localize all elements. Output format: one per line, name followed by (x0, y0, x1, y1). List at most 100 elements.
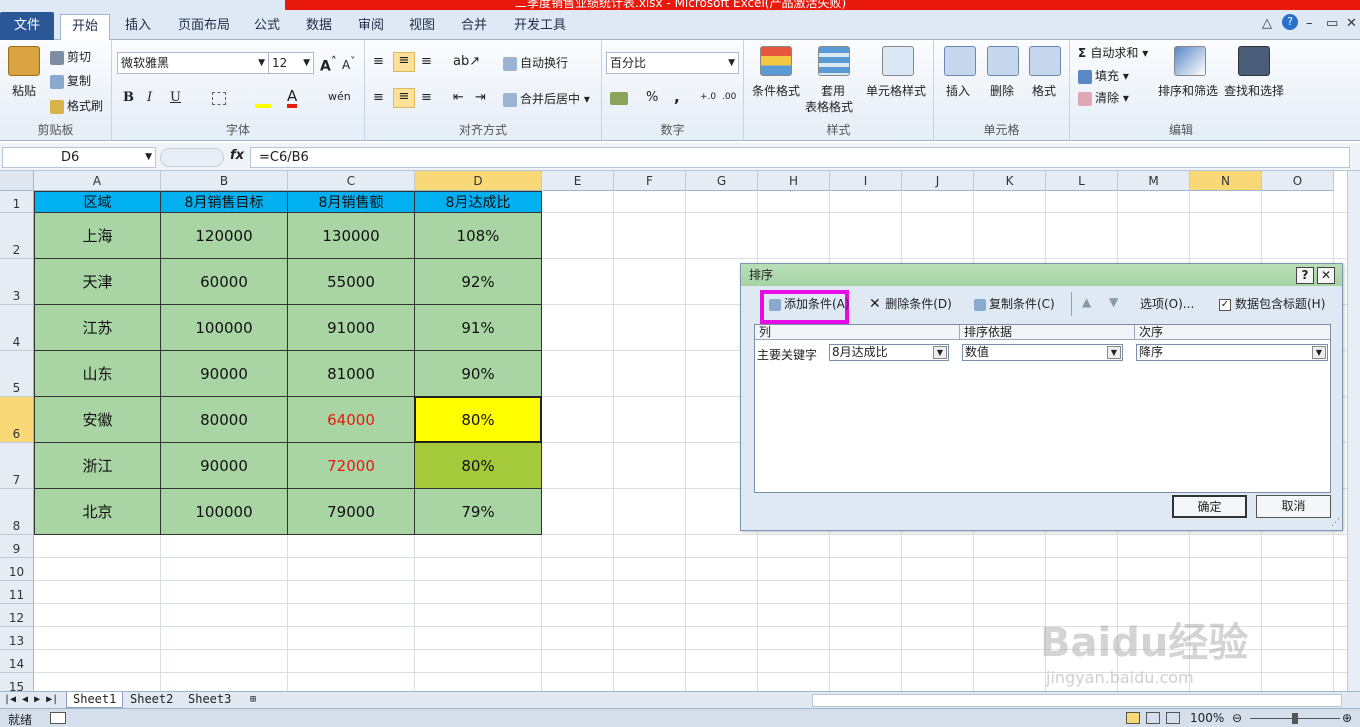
column-header-b[interactable]: B (161, 171, 288, 191)
sort-filter-icon[interactable] (1174, 46, 1206, 76)
align-middle-icon[interactable]: ≡ (393, 52, 415, 72)
move-up-icon[interactable]: ▲ (1082, 295, 1091, 309)
binoculars-icon[interactable] (1238, 46, 1270, 76)
format-as-table-button[interactable]: 套用 (821, 82, 845, 99)
minimize-icon[interactable]: – (1306, 16, 1313, 31)
cancel-button[interactable]: 取消 (1256, 495, 1331, 518)
formula-bar-expand-handle[interactable] (160, 148, 224, 167)
column-header-m[interactable]: M (1118, 171, 1190, 191)
bold-button[interactable]: B (123, 90, 134, 105)
table-cell[interactable]: 100000 (161, 489, 288, 535)
select-all-corner[interactable] (0, 171, 34, 191)
tab-merge[interactable]: 合并 (459, 14, 489, 40)
row-header-14[interactable]: 14 (0, 650, 34, 673)
close-icon[interactable]: ✕ (1346, 16, 1357, 31)
zoom-out-icon[interactable]: ⊖ (1232, 711, 1242, 725)
orientation-icon[interactable]: ab↗ (453, 54, 480, 69)
tab-page-layout[interactable]: 页面布局 (176, 14, 232, 40)
ok-button[interactable]: 确定 (1172, 495, 1247, 518)
table-cell[interactable]: 安徽 (34, 397, 161, 443)
normal-view-icon[interactable] (1126, 712, 1140, 724)
order-select[interactable]: 降序 ▼ (1136, 344, 1328, 361)
format-as-table-button-line2[interactable]: 表格格式 (805, 98, 853, 115)
table-cell[interactable]: 江苏 (34, 305, 161, 351)
table-cell[interactable]: 山东 (34, 351, 161, 397)
table-cell[interactable]: 90000 (161, 443, 288, 489)
cut-button[interactable]: 剪切 (50, 48, 91, 65)
copy-button[interactable]: 复制 (50, 72, 91, 89)
table-header-cell[interactable]: 8月达成比 (415, 191, 542, 213)
wrap-text-button[interactable]: 自动换行 (503, 54, 568, 71)
tab-data[interactable]: 数据 (304, 14, 334, 40)
table-cell[interactable]: 64000 (288, 397, 415, 443)
macro-record-icon[interactable] (50, 712, 66, 724)
page-layout-view-icon[interactable] (1146, 712, 1160, 724)
zoom-level[interactable]: 100% (1190, 711, 1224, 725)
autosum-button[interactable]: Σ 自动求和 ▾ (1078, 44, 1148, 61)
table-cell[interactable]: 80000 (161, 397, 288, 443)
find-select-button[interactable]: 查找和选择 (1224, 82, 1284, 99)
insert-cells-icon[interactable] (944, 46, 976, 76)
row-header-13[interactable]: 13 (0, 627, 34, 650)
row-header-4[interactable]: 4 (0, 305, 34, 351)
sort-on-select[interactable]: 数值 ▼ (962, 344, 1123, 361)
sort-filter-button[interactable]: 排序和筛选 (1158, 82, 1218, 99)
row-header-2[interactable]: 2 (0, 213, 34, 259)
column-header-n[interactable]: N (1190, 171, 1262, 191)
options-button[interactable]: 选项(O)... (1140, 295, 1194, 312)
table-cell[interactable]: 108% (415, 213, 542, 259)
name-box[interactable]: D6 ▼ (2, 147, 156, 168)
column-header-c[interactable]: C (288, 171, 415, 191)
row-header-10[interactable]: 10 (0, 558, 34, 581)
conditional-format-button[interactable]: 条件格式 (752, 82, 800, 99)
table-cell[interactable]: 92% (415, 259, 542, 305)
table-cell[interactable]: 55000 (288, 259, 415, 305)
restore-icon[interactable]: ▭ (1326, 16, 1338, 31)
table-cell[interactable]: 79% (415, 489, 542, 535)
formula-input[interactable]: =C6/B6 (250, 147, 1350, 168)
italic-button[interactable]: I (147, 90, 152, 105)
table-cell[interactable]: 90% (415, 351, 542, 397)
column-header-k[interactable]: K (974, 171, 1046, 191)
column-header-l[interactable]: L (1046, 171, 1118, 191)
row-header-1[interactable]: 1 (0, 191, 34, 213)
font-size-select[interactable]: 12 ▼ (268, 52, 314, 74)
table-cell[interactable]: 浙江 (34, 443, 161, 489)
collapse-ribbon-icon[interactable]: △ (1262, 16, 1272, 31)
row-header-9[interactable]: 9 (0, 535, 34, 558)
table-cell[interactable]: 上海 (34, 213, 161, 259)
tab-home[interactable]: 开始 (60, 14, 110, 41)
page-break-view-icon[interactable] (1166, 712, 1180, 724)
insert-function-button[interactable]: fx (230, 148, 244, 163)
delete-cells-icon[interactable] (987, 46, 1019, 76)
zoom-slider-thumb[interactable] (1292, 713, 1298, 724)
zoom-in-icon[interactable]: ⊕ (1342, 711, 1352, 725)
dialog-title-bar[interactable]: 排序 ? ✕ (741, 264, 1342, 286)
phonetic-icon[interactable]: wén (328, 90, 351, 103)
new-sheet-icon[interactable]: ⊞ (244, 692, 262, 708)
tab-developer[interactable]: 开发工具 (512, 14, 568, 40)
column-header-o[interactable]: O (1262, 171, 1334, 191)
format-button[interactable]: 格式 (1032, 82, 1056, 99)
number-format-select[interactable]: 百分比 ▼ (606, 52, 739, 74)
resize-grip-icon[interactable]: ⋰ (1331, 518, 1340, 528)
cell-style-icon[interactable] (882, 46, 914, 76)
move-down-icon[interactable]: ▼ (1109, 295, 1118, 309)
row-header-7[interactable]: 7 (0, 443, 34, 489)
table-cell[interactable]: 北京 (34, 489, 161, 535)
row-header-3[interactable]: 3 (0, 259, 34, 305)
increase-indent-icon[interactable]: ⇥ (475, 90, 486, 105)
decrease-indent-icon[interactable]: ⇤ (453, 90, 464, 105)
sheet-tab-2[interactable]: Sheet2 (124, 692, 179, 708)
sheet-tab-3[interactable]: Sheet3 (182, 692, 237, 708)
table-cell[interactable]: 90000 (161, 351, 288, 397)
table-cell[interactable]: 91% (415, 305, 542, 351)
row-header-6[interactable]: 6 (0, 397, 34, 443)
table-format-icon[interactable] (818, 46, 850, 76)
column-header-e[interactable]: E (542, 171, 614, 191)
add-condition-button[interactable]: 添加条件(A) (769, 295, 850, 312)
decrease-decimal-icon[interactable]: .00 (722, 92, 736, 102)
underline-button[interactable]: U (170, 90, 181, 105)
clear-button[interactable]: 清除 ▾ (1078, 89, 1129, 106)
tab-review[interactable]: 审阅 (356, 14, 386, 40)
